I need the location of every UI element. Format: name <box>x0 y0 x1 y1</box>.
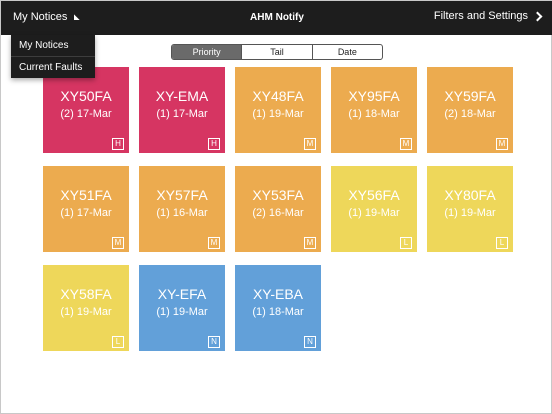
filters-settings-button[interactable]: Filters and Settings <box>433 10 543 22</box>
tile-count-date: (1) 19-Mar <box>252 108 304 120</box>
priority-badge: N <box>304 336 316 348</box>
tile-count-date: (1) 16-Mar <box>156 207 208 219</box>
tile-count-date: (1) 19-Mar <box>348 207 400 219</box>
tile-count-date: (1) 17-Mar <box>60 207 112 219</box>
notice-tile[interactable]: XY58FA (1) 19-Mar L <box>43 265 129 351</box>
tab-date[interactable]: Date <box>311 45 382 59</box>
tile-count-date: (2) 18-Mar <box>444 108 496 120</box>
priority-badge: M <box>208 237 220 249</box>
priority-badge: M <box>304 237 316 249</box>
priority-badge: M <box>400 138 412 150</box>
priority-badge: H <box>112 138 124 150</box>
tile-count-date: (1) 18-Mar <box>252 306 304 318</box>
notice-tile[interactable]: XY50FA (2) 17-Mar H <box>43 67 129 153</box>
tile-tail-code: XY59FA <box>444 88 496 104</box>
notice-tile[interactable]: XY57FA (1) 16-Mar M <box>139 166 225 252</box>
priority-badge: M <box>304 138 316 150</box>
tab-tail[interactable]: Tail <box>241 45 311 59</box>
menu-item-my-notices[interactable]: My Notices <box>11 35 95 56</box>
tile-tail-code: XY51FA <box>60 187 112 203</box>
tile-tail-code: XY-EMA <box>155 88 209 104</box>
notice-tile[interactable]: XY-EBA (1) 18-Mar N <box>235 265 321 351</box>
priority-badge: L <box>112 336 124 348</box>
chevron-right-icon <box>532 11 543 21</box>
tile-count-date: (1) 19-Mar <box>444 207 496 219</box>
notice-tile[interactable]: XY51FA (1) 17-Mar M <box>43 166 129 252</box>
tile-count-date: (1) 19-Mar <box>60 306 112 318</box>
priority-badge: L <box>496 237 508 249</box>
tile-tail-code: XY50FA <box>60 88 112 104</box>
notice-tile[interactable]: XY95FA (1) 18-Mar M <box>331 67 417 153</box>
notices-dropdown-menu: My Notices Current Faults <box>11 35 95 78</box>
tile-count-date: (2) 16-Mar <box>252 207 304 219</box>
priority-badge: N <box>208 336 220 348</box>
tile-tail-code: XY53FA <box>252 187 304 203</box>
tile-tail-code: XY57FA <box>156 187 208 203</box>
notice-tile[interactable]: XY-EMA (1) 17-Mar H <box>139 67 225 153</box>
tile-count-date: (2) 17-Mar <box>60 108 112 120</box>
tile-count-date: (1) 17-Mar <box>156 108 208 120</box>
tile-tail-code: XY48FA <box>252 88 304 104</box>
tile-tail-code: XY58FA <box>60 286 112 302</box>
tab-priority[interactable]: Priority <box>172 45 242 59</box>
tile-tail-code: XY-EFA <box>157 286 207 302</box>
tile-tail-code: XY95FA <box>348 88 400 104</box>
notice-tile[interactable]: XY-EFA (1) 19-Mar N <box>139 265 225 351</box>
top-navbar: My Notices AHM Notify Filters and Settin… <box>1 1 552 35</box>
tile-tail-code: XY56FA <box>348 187 400 203</box>
sort-segmented-control: Priority Tail Date <box>171 44 383 60</box>
priority-badge: H <box>208 138 220 150</box>
priority-badge: L <box>400 237 412 249</box>
notice-tile[interactable]: XY80FA (1) 19-Mar L <box>427 166 513 252</box>
tile-count-date: (1) 18-Mar <box>348 108 400 120</box>
notice-tile[interactable]: XY59FA (2) 18-Mar M <box>427 67 513 153</box>
menu-item-current-faults[interactable]: Current Faults <box>11 56 95 77</box>
tile-count-date: (1) 19-Mar <box>156 306 208 318</box>
app-window: My Notices AHM Notify Filters and Settin… <box>0 0 552 414</box>
filters-settings-label: Filters and Settings <box>433 10 528 22</box>
tile-tail-code: XY-EBA <box>252 286 304 302</box>
priority-badge: M <box>112 237 124 249</box>
tile-tail-code: XY80FA <box>444 187 496 203</box>
notice-tile[interactable]: XY56FA (1) 19-Mar L <box>331 166 417 252</box>
notice-tile[interactable]: XY53FA (2) 16-Mar M <box>235 166 321 252</box>
notice-tile[interactable]: XY48FA (1) 19-Mar M <box>235 67 321 153</box>
priority-badge: M <box>496 138 508 150</box>
